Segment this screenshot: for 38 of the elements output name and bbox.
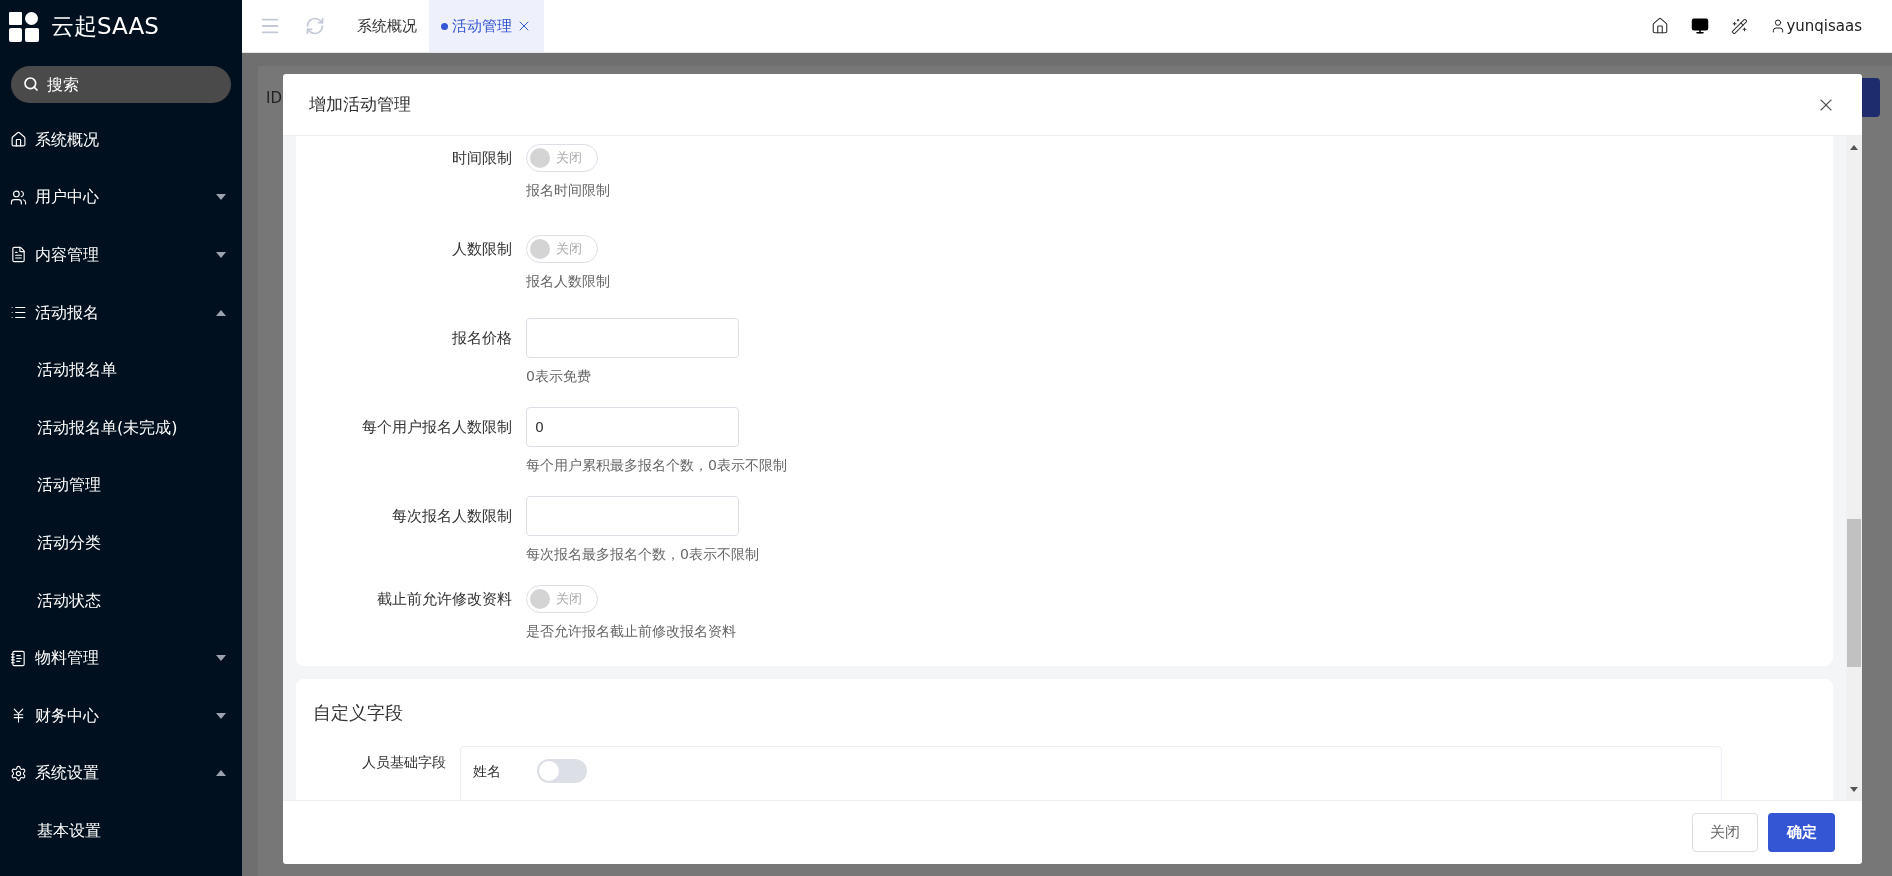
field-label: 每个用户报名人数限制 [361, 417, 513, 438]
field-hint: 每次报名最多报名个数，0表示不限制 [526, 545, 759, 564]
field-hint: 是否允许报名截止前修改报名资料 [526, 622, 736, 641]
confirm-button[interactable]: 确定 [1768, 813, 1835, 852]
user-menu[interactable]: yunqisaas [1770, 14, 1862, 38]
field-hint: 报名人数限制 [526, 272, 610, 291]
sidebar-item[interactable]: 活动报名 [0, 283, 242, 342]
field-hint: 每个用户累积最多报名个数，0表示不限制 [526, 456, 787, 475]
field-hint: 报名时间限制 [526, 181, 610, 200]
sidebar-item[interactable]: 财务中心 [0, 686, 242, 745]
sidebar-subitem[interactable]: 活动报名单 [0, 341, 242, 399]
sidebar-subitem[interactable]: 活动分类 [0, 514, 242, 572]
text-input[interactable]: 0 [526, 407, 739, 447]
section-title: 自定义字段 [313, 701, 404, 725]
field-label: 人员基础字段 [361, 753, 447, 772]
field-label: 每次报名人数限制 [391, 506, 513, 527]
sidebar-item[interactable]: 系统概况 [0, 111, 242, 169]
sidebar-item[interactable]: 用户中心 [0, 168, 242, 227]
page-tab[interactable]: 活动管理 [429, 0, 544, 52]
page-tab[interactable]: 系统概况 [345, 0, 429, 52]
column-header: ID [266, 89, 282, 107]
close-button[interactable]: 关闭 [1692, 813, 1758, 852]
field-label: 截止前允许修改资料 [376, 589, 513, 610]
search-field[interactable]: 搜索 [11, 66, 231, 103]
field-label: 时间限制 [451, 148, 513, 169]
sidebar-item[interactable]: 物料管理 [0, 629, 242, 687]
field-label: 报名价格 [451, 328, 513, 349]
field-label: 人数限制 [451, 239, 513, 260]
sidebar-subitem[interactable]: 活动状态 [0, 571, 242, 630]
sidebar-subitem[interactable]: 基本设置 [0, 802, 242, 860]
field-name: 姓名 [473, 761, 501, 781]
sidebar-subitem[interactable]: 活动报名单(未完成) [0, 398, 242, 457]
sidebar-subitem[interactable]: 活动管理 [0, 456, 242, 515]
logo-text: 云起SAAS [51, 12, 159, 42]
dialog-title: 增加活动管理 [309, 92, 411, 116]
field-hint: 0表示免费 [526, 367, 592, 386]
sidebar-item[interactable]: 系统设置 [0, 744, 242, 803]
sidebar-item[interactable]: 内容管理 [0, 226, 242, 284]
